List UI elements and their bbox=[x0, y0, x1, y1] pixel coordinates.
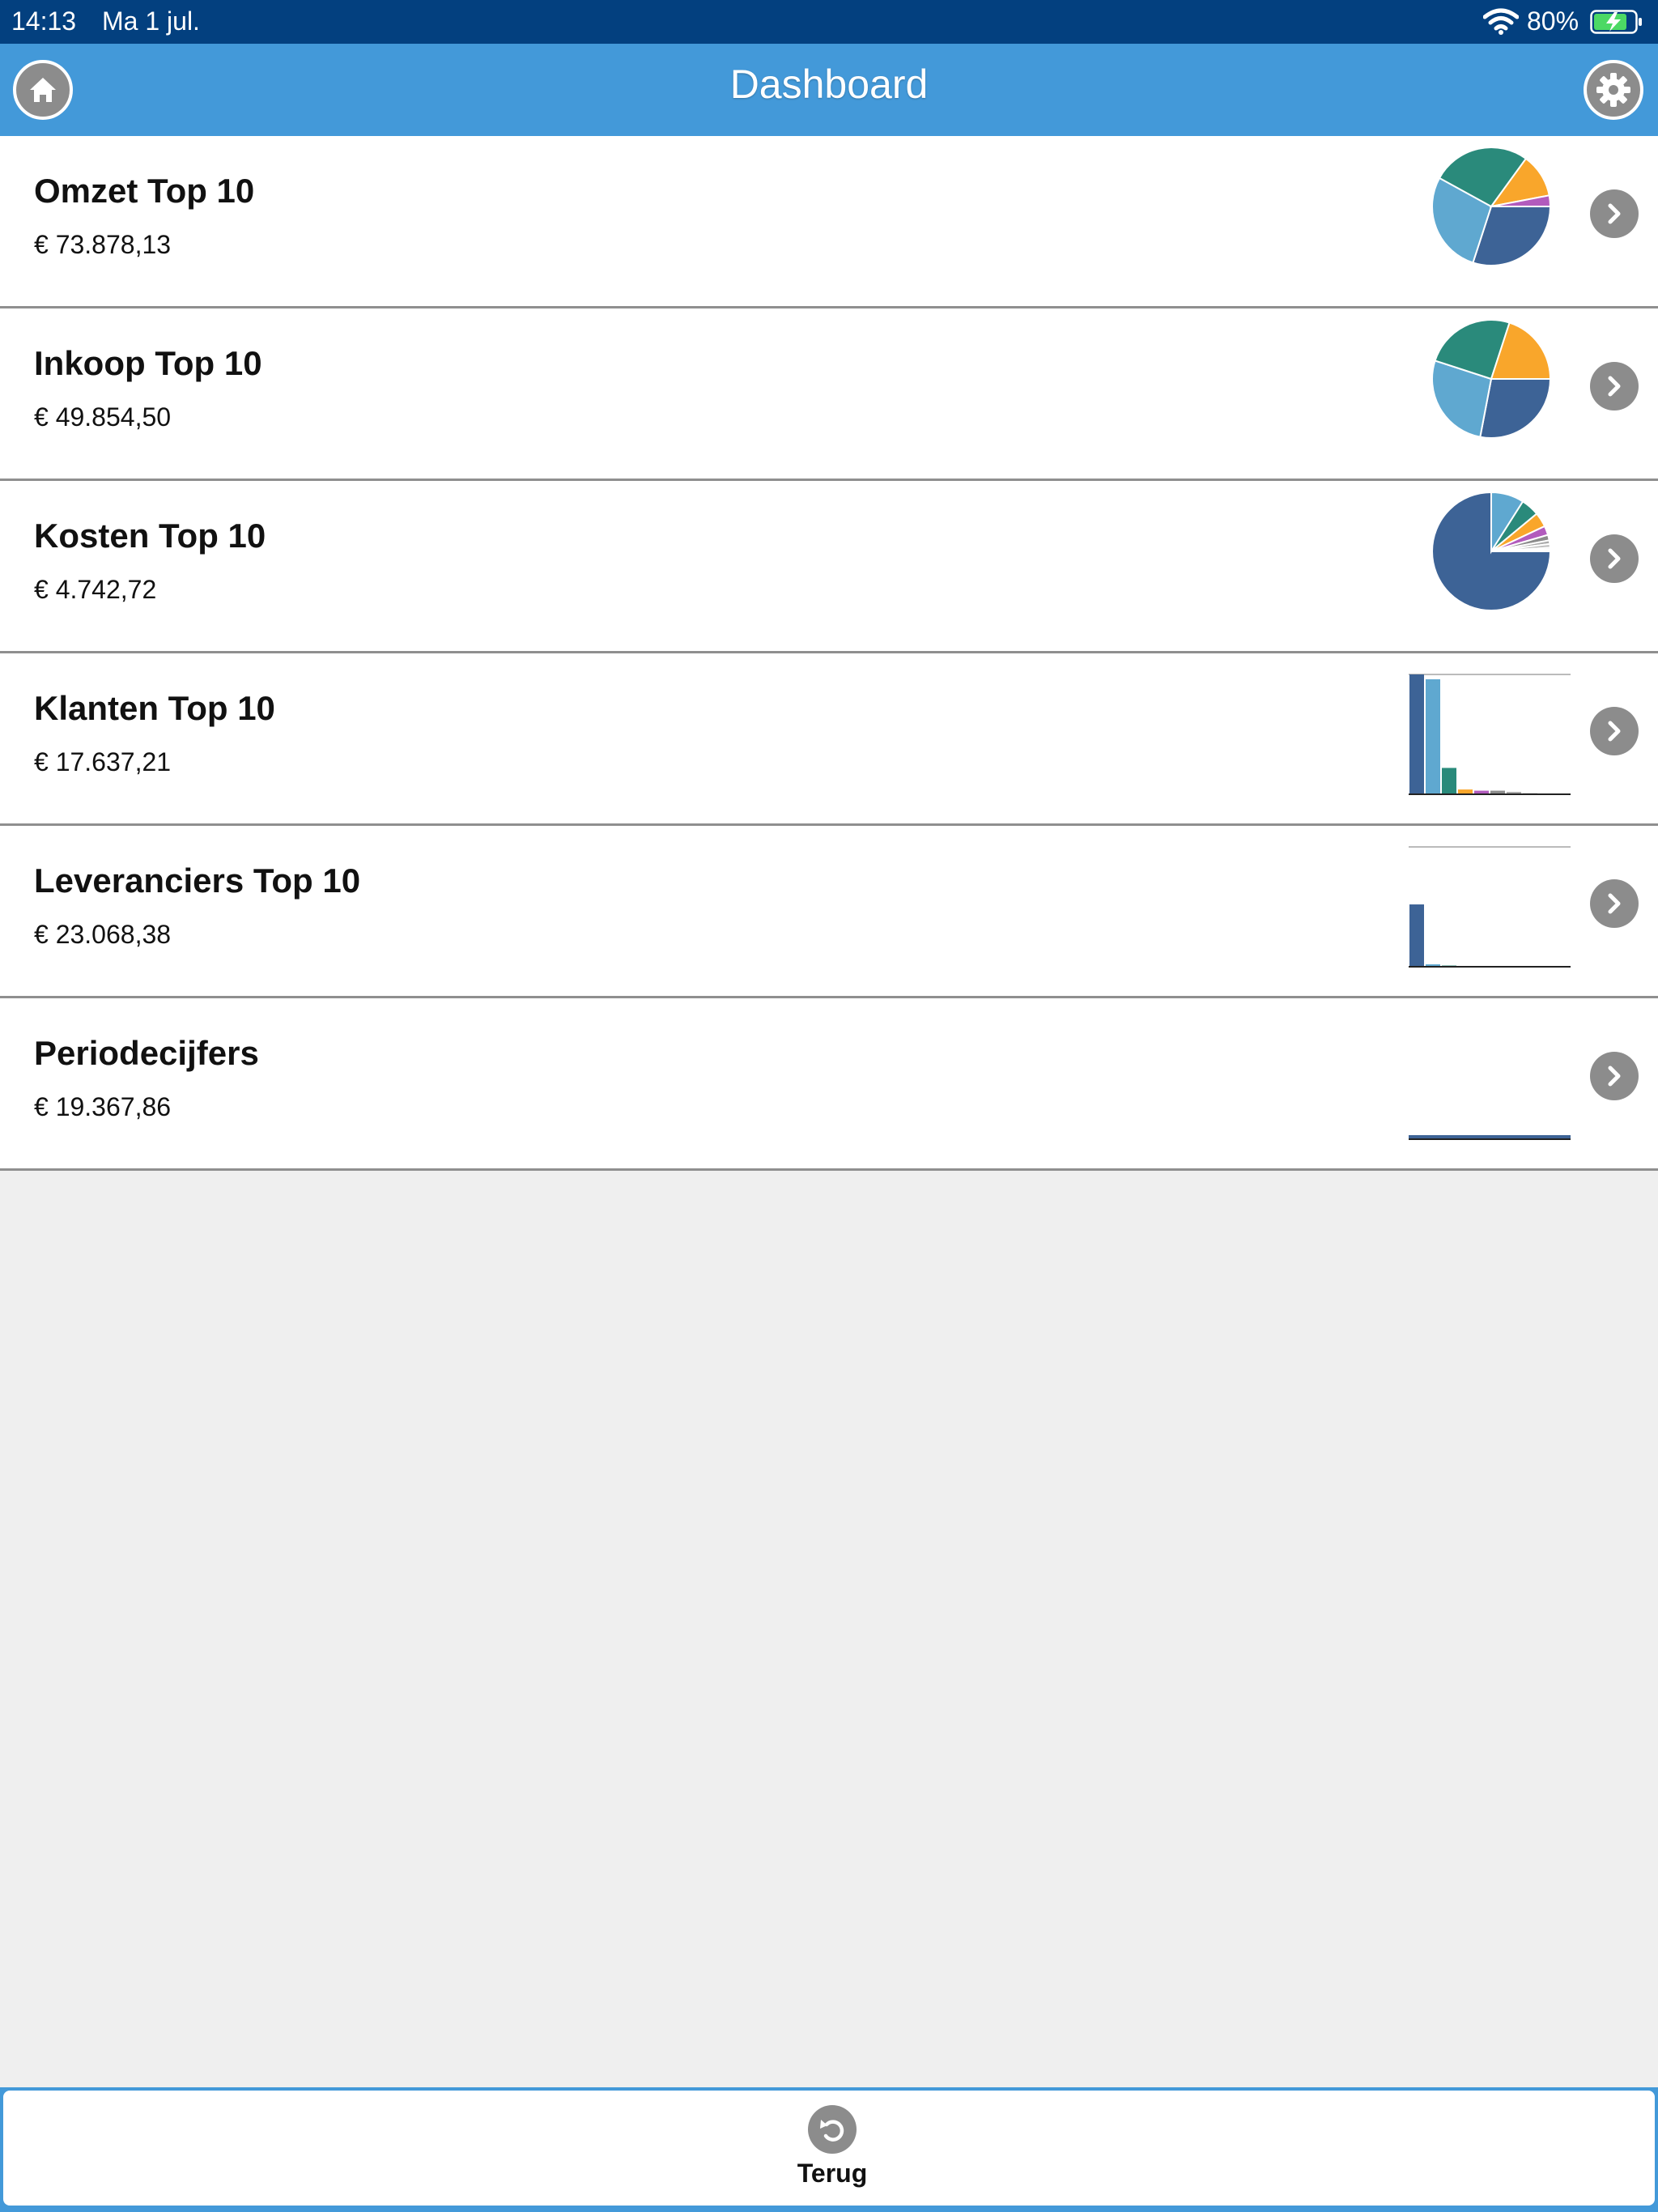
chevron-right-icon bbox=[1608, 376, 1621, 397]
row-title: Periodecijfers bbox=[34, 1034, 259, 1072]
bar bbox=[1426, 678, 1440, 794]
undo-arrow-icon bbox=[820, 2120, 844, 2142]
bar bbox=[1409, 904, 1424, 967]
home-button[interactable] bbox=[13, 60, 73, 120]
inkoop-pie-chart bbox=[1431, 320, 1552, 439]
chevron-right-button[interactable] bbox=[1590, 534, 1639, 583]
row-amount: € 23.068,38 bbox=[34, 920, 172, 949]
chevron-right-icon bbox=[1608, 203, 1621, 224]
dashboard-row-kosten[interactable]: Kosten Top 10 € 4.742,72 bbox=[0, 481, 1658, 653]
header-bar: Dashboard bbox=[0, 44, 1658, 136]
klanten-bar-chart bbox=[1409, 674, 1571, 795]
row-amount: € 19.367,86 bbox=[34, 1092, 172, 1121]
chevron-right-icon bbox=[1608, 1066, 1621, 1087]
leveranciers-bar-chart bbox=[1409, 846, 1571, 968]
row-amount: € 73.878,13 bbox=[34, 230, 172, 259]
chevron-right-button[interactable] bbox=[1590, 707, 1639, 755]
periodecijfers-line-chart bbox=[1409, 1135, 1571, 1140]
kosten-pie-chart bbox=[1431, 492, 1552, 611]
row-title: Inkoop Top 10 bbox=[34, 344, 262, 382]
gear-icon bbox=[1596, 73, 1630, 107]
back-button[interactable]: Terug bbox=[784, 2105, 881, 2194]
row-amount: € 49.854,50 bbox=[34, 402, 172, 432]
row-amount: € 4.742,72 bbox=[34, 575, 157, 604]
back-icon-circle bbox=[808, 2105, 857, 2154]
chevron-right-button[interactable] bbox=[1590, 189, 1639, 238]
row-title: Klanten Top 10 bbox=[34, 689, 275, 727]
bar bbox=[1409, 674, 1424, 794]
settings-button[interactable] bbox=[1584, 60, 1643, 120]
bar bbox=[1442, 768, 1456, 794]
home-icon bbox=[30, 78, 56, 102]
toolbar-panel: Terug bbox=[3, 2091, 1655, 2206]
chevron-right-icon bbox=[1608, 893, 1621, 914]
battery-percent: 80% bbox=[1527, 6, 1579, 36]
status-time: 14:13 bbox=[11, 6, 77, 36]
dashboard-row-omzet[interactable]: Omzet Top 10 € 73.878,13 bbox=[0, 136, 1658, 308]
row-title: Leveranciers Top 10 bbox=[34, 861, 361, 900]
bottom-toolbar: Terug bbox=[0, 2087, 1658, 2212]
battery-charging-icon bbox=[1590, 10, 1642, 34]
dashboard-row-periodecijfers[interactable]: Periodecijfers € 19.367,86 bbox=[0, 998, 1658, 1171]
chevron-right-button[interactable] bbox=[1590, 879, 1639, 928]
chevron-right-button[interactable] bbox=[1590, 1052, 1639, 1100]
row-title: Kosten Top 10 bbox=[34, 517, 266, 555]
status-bar: 14:13 Ma 1 jul. 80% bbox=[0, 0, 1658, 44]
dashboard-row-inkoop[interactable]: Inkoop Top 10 € 49.854,50 bbox=[0, 308, 1658, 481]
wifi-icon bbox=[1483, 8, 1519, 35]
dashboard-row-leveranciers[interactable]: Leveranciers Top 10 € 23.068,38 bbox=[0, 826, 1658, 998]
status-date: Ma 1 jul. bbox=[102, 6, 200, 36]
omzet-pie-chart bbox=[1431, 147, 1552, 266]
row-title: Omzet Top 10 bbox=[34, 172, 255, 210]
dashboard-list: Omzet Top 10 € 73.878,13 Inkoop Top 10 €… bbox=[0, 136, 1658, 1171]
chevron-right-icon bbox=[1608, 721, 1621, 742]
chevron-right-button[interactable] bbox=[1590, 362, 1639, 410]
page-title: Dashboard bbox=[729, 62, 929, 107]
chevron-right-icon bbox=[1608, 548, 1621, 569]
back-button-label: Terug bbox=[797, 2159, 868, 2188]
row-amount: € 17.637,21 bbox=[34, 747, 172, 776]
dashboard-row-klanten[interactable]: Klanten Top 10 € 17.637,21 bbox=[0, 653, 1658, 826]
pie-slice bbox=[1479, 378, 1552, 439]
